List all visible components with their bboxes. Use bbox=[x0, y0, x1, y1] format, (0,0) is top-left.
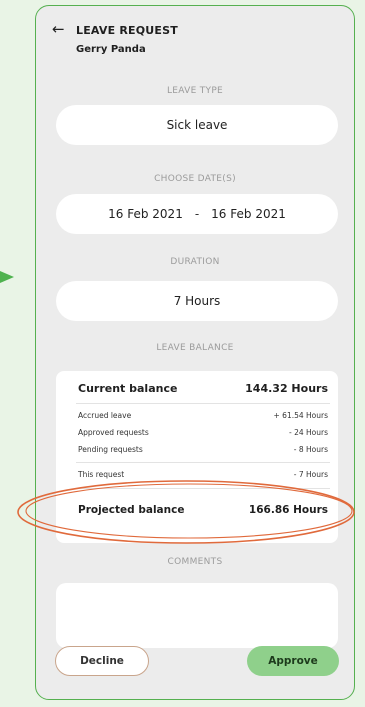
date-separator: - bbox=[194, 207, 200, 221]
divider bbox=[76, 488, 330, 489]
this-request-row: This request - 7 Hours bbox=[78, 470, 328, 479]
page-title: LEAVE REQUEST bbox=[76, 24, 178, 37]
leave-type-select[interactable]: Sick leave bbox=[56, 105, 338, 145]
projected-balance-label: Projected balance bbox=[78, 504, 185, 516]
employee-name: Gerry Panda bbox=[76, 44, 146, 55]
duration-field[interactable]: 7 Hours bbox=[56, 281, 338, 321]
leave-balance-label: LEAVE BALANCE bbox=[156, 343, 234, 353]
phone-screen: ← LEAVE REQUEST Gerry Panda LEAVE TYPE S… bbox=[35, 5, 355, 700]
leave-type-value: Sick leave bbox=[166, 118, 228, 132]
balance-row-label: Accrued leave bbox=[78, 411, 132, 420]
balance-row-value: - 8 Hours bbox=[293, 445, 328, 454]
approve-button[interactable]: Approve bbox=[247, 646, 339, 676]
duration-label: DURATION bbox=[170, 257, 220, 267]
comments-label: COMMENTS bbox=[167, 557, 223, 567]
leave-balance-card: Current balance 144.32 Hours Accrued lea… bbox=[56, 371, 338, 543]
end-date[interactable]: 16 Feb 2021 bbox=[211, 207, 286, 221]
projected-balance-row: Projected balance 166.86 Hours bbox=[78, 504, 328, 516]
choose-dates-label: CHOOSE DATE(S) bbox=[154, 174, 236, 184]
divider bbox=[76, 462, 330, 463]
balance-row-label: Approved requests bbox=[78, 428, 149, 437]
balance-row-accrued: Accrued leave + 61.54 Hours bbox=[78, 411, 328, 420]
start-date[interactable]: 16 Feb 2021 bbox=[108, 207, 183, 221]
duration-value: 7 Hours bbox=[173, 294, 221, 308]
balance-row-label: Pending requests bbox=[78, 445, 143, 454]
this-request-label: This request bbox=[78, 470, 125, 479]
balance-row-pending: Pending requests - 8 Hours bbox=[78, 445, 328, 454]
leave-type-label: LEAVE TYPE bbox=[166, 86, 224, 96]
balance-row-value: + 61.54 Hours bbox=[273, 411, 329, 420]
decline-button[interactable]: Decline bbox=[55, 646, 149, 676]
this-request-value: - 7 Hours bbox=[293, 470, 328, 479]
current-balance-label: Current balance bbox=[78, 382, 178, 395]
balance-row-approved: Approved requests - 24 Hours bbox=[78, 428, 328, 437]
arrow-left-icon[interactable]: ← bbox=[52, 22, 65, 37]
balance-row-value: - 24 Hours bbox=[289, 428, 328, 437]
current-balance-row: Current balance 144.32 Hours bbox=[78, 382, 328, 395]
current-balance-value: 144.32 Hours bbox=[245, 382, 328, 395]
projected-balance-value: 166.86 Hours bbox=[248, 504, 328, 516]
divider bbox=[76, 403, 330, 404]
comments-field[interactable] bbox=[56, 583, 338, 648]
date-range-picker[interactable]: 16 Feb 2021 - 16 Feb 2021 bbox=[56, 194, 338, 234]
pointer-arrow-icon bbox=[0, 271, 14, 283]
